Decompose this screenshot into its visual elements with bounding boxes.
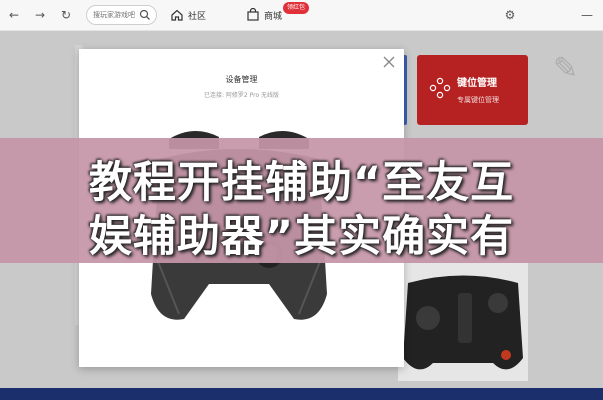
key-card-subtitle: 专属键位管理 bbox=[457, 96, 499, 104]
forward-button[interactable]: → bbox=[32, 7, 48, 23]
taskbar bbox=[0, 388, 603, 400]
shop-icon bbox=[247, 8, 259, 21]
promo-badge[interactable]: 领红包 bbox=[283, 2, 310, 14]
back-button[interactable]: ← bbox=[6, 7, 22, 23]
side-watermark: ✎ bbox=[548, 51, 583, 86]
overlay-banner: 教程开挂辅助“至友互 娱辅助器”其实确实有 bbox=[0, 138, 603, 263]
home-icon bbox=[171, 9, 183, 21]
close-icon[interactable] bbox=[382, 55, 396, 69]
tab-community[interactable]: 社区 bbox=[170, 5, 206, 25]
banner-line-2: 娱辅助器”其实确实有 bbox=[88, 212, 515, 262]
search-input[interactable] bbox=[93, 8, 141, 22]
refresh-button[interactable]: ↻ bbox=[58, 7, 74, 23]
banner-line-1: 教程开挂辅助“至友互 bbox=[88, 158, 515, 208]
tab-shop[interactable]: 商城 bbox=[246, 5, 282, 25]
settings-icon[interactable]: ⚙ bbox=[503, 8, 517, 22]
key-management-card[interactable]: 键位管理 专属键位管理 bbox=[417, 55, 528, 125]
key-card-title: 键位管理 bbox=[457, 78, 497, 89]
gamepad-device-image bbox=[398, 263, 528, 381]
connected-device-label: 已连接: 阿修罗2 Pro 无线版 bbox=[203, 92, 280, 99]
dialog-title: 设备管理 bbox=[225, 75, 258, 84]
search-box[interactable] bbox=[86, 5, 157, 25]
browser-toolbar: ← → ↻ 社区 商城 领红包 ⚙ — bbox=[0, 0, 603, 31]
tab-shop-label: 商城 bbox=[264, 11, 283, 22]
minimize-button[interactable]: — bbox=[580, 8, 594, 22]
dpad-icon bbox=[429, 77, 451, 99]
search-icon[interactable] bbox=[139, 9, 151, 21]
tab-community-label: 社区 bbox=[188, 11, 207, 22]
